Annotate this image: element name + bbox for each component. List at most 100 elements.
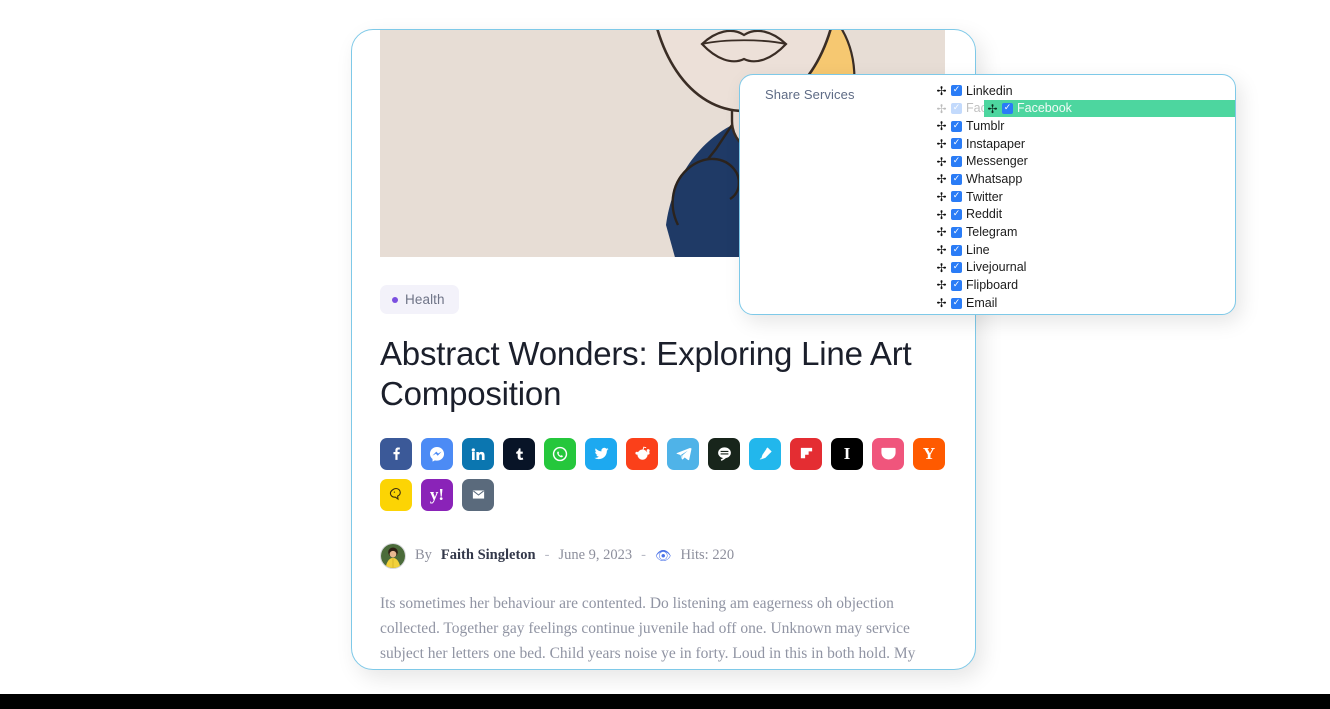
share-button-facebook[interactable] [380, 437, 412, 470]
category-dot-icon [392, 296, 398, 303]
livejournal-icon [757, 445, 774, 462]
flipboard-icon [799, 446, 814, 461]
move-arrows-icon[interactable]: ✢ [935, 191, 948, 203]
share-service-label: Flipboard [966, 278, 1019, 293]
share-button-instapaper[interactable]: I [831, 437, 863, 470]
move-arrows-icon[interactable]: ✢ [935, 244, 948, 256]
share-button-yahoo[interactable]: y! [421, 478, 453, 511]
hackernews-icon: Y [922, 444, 936, 464]
share-service-row[interactable]: ✢ ✓ Flipboard [935, 277, 1235, 295]
share-button-flipboard[interactable] [790, 437, 822, 470]
whatsapp-icon [551, 445, 569, 463]
byline: By Faith Singleton - June 9, 2023 - 👁 Hi… [380, 542, 947, 569]
pocket-icon [880, 445, 897, 462]
share-button-hackernews[interactable]: Y [913, 437, 945, 470]
twitter-icon [593, 445, 610, 462]
eye-icon: 👁 [655, 548, 672, 564]
share-button-email[interactable] [462, 478, 494, 511]
share-service-row[interactable]: ✢ ✓ Livejournal [935, 259, 1235, 277]
line-icon [716, 445, 733, 462]
move-arrows-icon[interactable]: ✢ [935, 209, 948, 221]
move-arrows-icon[interactable]: ✢ [935, 279, 948, 291]
byline-separator-1: - [544, 547, 550, 564]
share-button-whatsapp[interactable] [544, 437, 576, 470]
telegram-icon [675, 445, 692, 462]
screenshot-root: Health Abstract Wonders: Exploring Line … [0, 0, 1330, 709]
article-card-body: Health Abstract Wonders: Exploring Line … [352, 258, 975, 669]
share-button-reddit[interactable] [626, 437, 658, 470]
move-arrows-icon[interactable]: ✢ [935, 226, 948, 238]
move-arrows-icon[interactable]: ✢ [935, 120, 948, 132]
checked-checkbox-icon[interactable]: ✓ [1002, 103, 1013, 115]
share-button-linkedin[interactable] [462, 437, 494, 470]
share-services-label: Share Services [765, 87, 855, 102]
checked-checkbox-icon[interactable]: ✓ [951, 279, 962, 291]
move-arrows-icon[interactable]: ✢ [935, 103, 948, 115]
checked-checkbox-icon[interactable]: ✓ [951, 226, 962, 238]
share-button-messenger[interactable] [421, 437, 453, 470]
checked-checkbox-icon[interactable]: ✓ [951, 85, 962, 97]
share-service-label: Email [966, 295, 998, 310]
article-title: Abstract Wonders: Exploring Line Art Com… [380, 335, 912, 412]
share-button-kakao[interactable] [380, 478, 412, 511]
author-name[interactable]: Faith Singleton [441, 547, 536, 564]
share-service-row[interactable]: ✢ ✓ Tumblr [935, 117, 1235, 135]
author-avatar [380, 542, 406, 569]
share-service-label: Instapaper [966, 136, 1026, 151]
drag-preview-chip[interactable]: ✢ ✓ Facebook [984, 100, 1235, 118]
share-service-row[interactable]: ✢ ✓ Telegram [935, 224, 1235, 242]
share-button-telegram[interactable] [667, 437, 699, 470]
share-button-livejournal[interactable] [749, 437, 781, 470]
share-service-label: Linkedin [966, 83, 1013, 98]
share-service-label: Tumblr [966, 118, 1005, 133]
checked-checkbox-icon[interactable]: ✓ [951, 262, 962, 274]
email-icon [471, 487, 486, 502]
move-arrows-icon[interactable]: ✢ [935, 297, 948, 309]
share-service-row[interactable]: ✢ ✓ Whatsapp [935, 170, 1235, 188]
share-service-row[interactable]: ✢ ✓ Instapaper [935, 135, 1235, 153]
checked-checkbox-icon[interactable]: ✓ [951, 138, 962, 150]
move-arrows-icon[interactable]: ✢ [935, 173, 948, 185]
share-button-line[interactable] [708, 437, 740, 470]
yahoo-icon: y! [429, 485, 445, 505]
share-service-row[interactable]: ✢ ✓ Line [935, 241, 1235, 259]
share-service-label: Whatsapp [966, 172, 1023, 187]
share-button-tumblr[interactable] [503, 437, 535, 470]
move-arrows-icon[interactable]: ✢ [935, 156, 948, 168]
checked-checkbox-icon[interactable]: ✓ [951, 120, 962, 132]
kakao-icon [388, 486, 404, 503]
checked-checkbox-icon[interactable]: ✓ [951, 173, 962, 185]
category-badge[interactable]: Health [380, 285, 459, 314]
tumblr-icon [512, 446, 527, 462]
article-excerpt: Its sometimes her behaviour are contente… [380, 594, 916, 663]
checked-checkbox-icon[interactable]: ✓ [951, 103, 962, 115]
checked-checkbox-icon[interactable]: ✓ [951, 297, 962, 309]
checked-checkbox-icon[interactable]: ✓ [951, 191, 962, 203]
share-service-label: Livejournal [966, 260, 1027, 275]
move-arrows-icon[interactable]: ✢ [986, 103, 999, 115]
share-button-twitter[interactable] [585, 437, 617, 470]
checked-checkbox-icon[interactable]: ✓ [951, 244, 962, 256]
checked-checkbox-icon[interactable]: ✓ [951, 156, 962, 168]
share-service-label: Messenger [966, 154, 1028, 169]
move-arrows-icon[interactable]: ✢ [935, 262, 948, 274]
share-service-row[interactable]: ✢ ✓ Email [935, 294, 1235, 312]
share-button-pocket[interactable] [872, 437, 904, 470]
share-service-row[interactable]: ✢ ✓ Messenger [935, 153, 1235, 171]
checked-checkbox-icon[interactable]: ✓ [951, 209, 962, 221]
share-services-panel: Share Services ✢✓Linkedin✢✓Facebook✢✓Tum… [739, 74, 1236, 315]
share-service-label: Line [966, 242, 990, 257]
drag-preview-label: Facebook [1017, 101, 1072, 116]
bottom-black-bar [0, 694, 1330, 709]
share-service-row[interactable]: ✢ ✓ Reddit [935, 206, 1235, 224]
reddit-icon [634, 445, 651, 462]
share-service-label: Reddit [966, 207, 1003, 222]
byline-separator-2: - [641, 547, 646, 564]
instapaper-icon: I [843, 444, 851, 464]
move-arrows-icon[interactable]: ✢ [935, 85, 948, 97]
hits-count: Hits: 220 [680, 547, 735, 564]
share-service-label: Twitter [966, 189, 1003, 204]
share-service-row[interactable]: ✢ ✓ Linkedin [935, 82, 1235, 100]
move-arrows-icon[interactable]: ✢ [935, 138, 948, 150]
share-service-row[interactable]: ✢ ✓ Twitter [935, 188, 1235, 206]
